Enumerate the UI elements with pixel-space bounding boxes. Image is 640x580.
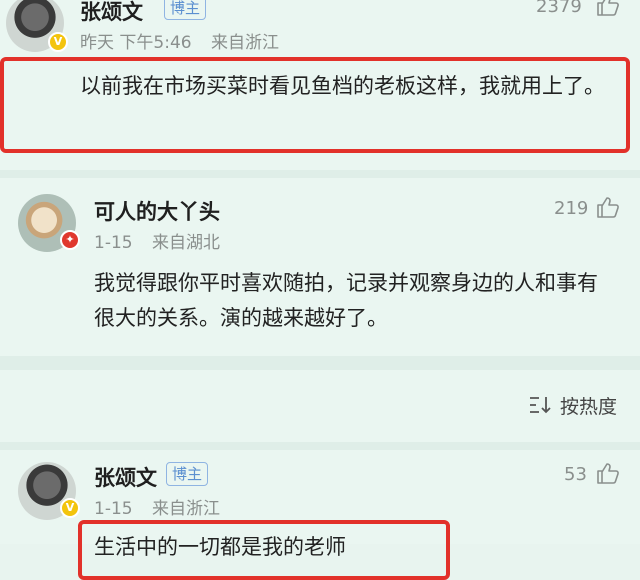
sort-bar: 按热度 [0,370,640,442]
comment-time: 1-15 [94,499,133,519]
comment-time: 昨天 下午5:46 [80,33,192,53]
author-name[interactable]: 张颂文 [80,0,143,26]
like-count: 53 [564,464,587,485]
vip-badge-icon: V [60,498,80,518]
thumbs-up-icon[interactable] [596,196,620,218]
comment-card-1: V 张颂文 博主 昨天 下午5:46 来自浙江 2379 以前我在市场买菜时看见… [0,0,640,170]
author-name[interactable]: 可人的大丫头 [94,196,220,226]
comment-card-2: ✦ 可人的大丫头 1-15 来自湖北 219 我觉得跟你平时喜欢随拍，记录并观察… [0,178,640,356]
comment-meta: 1-15 来自湖北 [94,228,220,253]
comment-location: 来自浙江 [211,33,279,53]
vip-badge-icon: ✦ [60,230,80,250]
comment-text: 以前我在市场买菜时看见鱼档的老板这样，我就用上了。 [80,74,605,98]
comment-meta: 1-15 来自浙江 [94,494,220,519]
comment-location: 来自浙江 [152,499,220,519]
separator [0,442,640,450]
comment-location: 来自湖北 [152,233,220,253]
author-name[interactable]: 张颂文 [94,462,157,492]
comment-meta: 昨天 下午5:46 来自浙江 [80,28,279,53]
comment-text: 我觉得跟你平时喜欢随拍，记录并观察身边的人和事有很大的关系。演的越来越好了。 [94,271,598,330]
like-count: 2379 [536,0,582,17]
comment-card-3: V 张颂文 博主 1-15 来自浙江 53 生活中的一切都是我的老师 [0,450,640,580]
comment-time: 1-15 [94,233,133,253]
comment-text: 生活中的一切都是我的老师 [94,535,346,559]
sort-icon[interactable] [528,395,554,415]
like-count: 219 [554,198,589,219]
sort-by-hot-button[interactable]: 按热度 [560,392,617,419]
thumbs-up-icon[interactable] [596,0,620,16]
separator [0,356,640,370]
separator [0,170,640,178]
thumbs-up-icon[interactable] [596,462,620,484]
author-badge: 博主 [166,462,209,486]
vip-badge-icon: V [48,32,68,52]
author-badge: 博主 [164,0,207,20]
